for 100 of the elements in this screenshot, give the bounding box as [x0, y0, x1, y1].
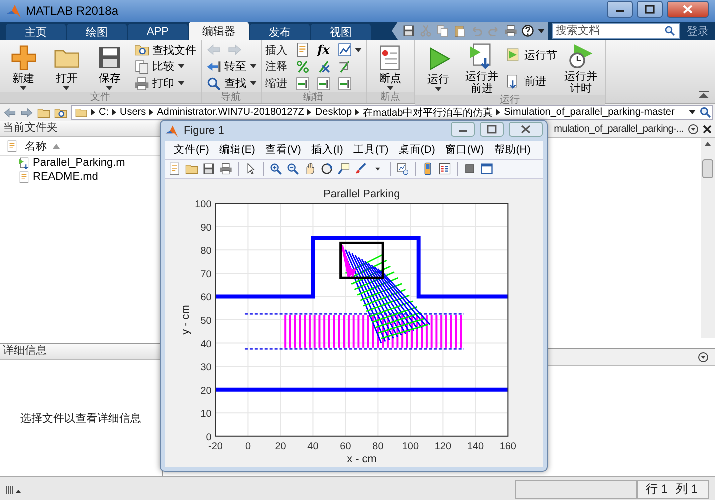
copy-button[interactable] [436, 24, 450, 38]
x-axis-label: x - cm [347, 453, 377, 464]
zoom-out-button[interactable] [286, 162, 300, 176]
menu-item[interactable]: 工具(T) [348, 143, 394, 157]
caret-icon [538, 28, 545, 34]
indent-icon [294, 76, 311, 92]
menu-item[interactable]: 窗口(W) [440, 143, 490, 157]
search-field[interactable]: 搜索文档 [552, 23, 680, 39]
back-button[interactable] [3, 106, 17, 120]
login-link[interactable]: 登录 [681, 24, 715, 38]
grip-icon[interactable] [6, 484, 22, 494]
undo-icon [470, 24, 484, 38]
close-button[interactable] [667, 0, 709, 18]
ribbon-tab[interactable]: 编辑器 [189, 22, 249, 40]
address-field[interactable]: C: Users Administrator.WIN7U-20180127Z Desktop 在matlab中对平行泊车的仿真 Simulation_of_parallel_parking-master [71, 105, 713, 120]
collapse-ribbon-button[interactable] [699, 91, 709, 99]
forward-button[interactable] [20, 106, 34, 120]
panel-button[interactable] [480, 162, 494, 176]
document-icon [168, 162, 182, 176]
ribbon-button[interactable]: 运行并计时 [561, 42, 601, 95]
document-button[interactable] [168, 162, 182, 176]
group-label: 断点 [366, 92, 414, 103]
caret-icon [250, 81, 257, 86]
ribbon-button[interactable]: 新建 [4, 44, 44, 90]
caret-icon [435, 87, 442, 92]
ribbon-button[interactable]: 打开 [47, 44, 86, 90]
ribbon-button[interactable]: 保存 [90, 44, 130, 90]
ribbon-button[interactable]: 断点 [370, 44, 410, 90]
ribbon-button[interactable]: 运行 [419, 45, 458, 92]
ribbon-tab[interactable]: 视图 [311, 24, 371, 40]
function-button[interactable]: fx [316, 43, 332, 58]
menu-item[interactable]: 桌面(D) [394, 143, 440, 157]
link-icon [396, 162, 410, 176]
data-cursor-button[interactable] [337, 162, 351, 176]
folder-icon [75, 106, 88, 119]
back-arrow-icon [3, 106, 17, 120]
close-icon[interactable] [703, 124, 712, 134]
tick-label: 40 [200, 339, 212, 350]
status-text: 列 1 [676, 481, 698, 498]
path-segment[interactable]: Simulation_of_parallel_parking-master [504, 107, 675, 118]
ribbon-tab[interactable]: 主页 [6, 24, 66, 40]
editor-tab[interactable]: mulation_of_parallel_parking-... [554, 124, 684, 134]
maximize-button[interactable] [480, 122, 504, 136]
ribbon-button[interactable]: 查找文件 [134, 42, 197, 58]
tick-label: 60 [200, 292, 212, 304]
ribbon-icon-button[interactable] [336, 42, 362, 58]
ribbon-button[interactable]: 比较 [134, 58, 185, 75]
ribbon-icon-button[interactable] [294, 76, 311, 92]
menu-icon[interactable] [698, 352, 709, 362]
ribbon-tab[interactable]: 发布 [250, 24, 310, 40]
ribbon-button[interactable]: 前进 [505, 74, 546, 90]
menu-icon[interactable] [688, 124, 699, 134]
paste-button[interactable] [453, 24, 467, 38]
group-label: 文件 [0, 92, 201, 103]
legend-button[interactable] [438, 162, 452, 176]
floppy-disk-button[interactable] [402, 24, 416, 38]
close-icon [683, 4, 693, 14]
ribbon-tab[interactable]: APP [128, 24, 188, 40]
ribbon-button[interactable]: 运行并前进 [462, 42, 502, 95]
link-button[interactable] [396, 162, 410, 176]
path-segment[interactable]: Desktop [315, 107, 352, 118]
help-icon [521, 24, 535, 38]
path-segment[interactable]: C: [99, 107, 109, 118]
printer-button[interactable] [219, 162, 233, 176]
path-segment[interactable]: 在matlab中对平行泊车的仿真 [363, 106, 494, 120]
minimize-button[interactable] [451, 122, 475, 136]
caret-icon [178, 64, 185, 70]
document-icon [294, 42, 311, 58]
document-icon [6, 140, 19, 152]
ribbon-icon-button[interactable] [336, 76, 353, 92]
close-button[interactable] [509, 122, 543, 136]
help-button[interactable] [521, 24, 535, 38]
zoom-in-button[interactable] [269, 162, 283, 176]
ribbon-button[interactable]: 运行节 [505, 47, 558, 64]
search-icon [699, 106, 712, 119]
brush-button[interactable] [354, 162, 368, 176]
path-segment[interactable]: Administrator.WIN7U-20180127Z [157, 107, 304, 118]
minimize-button[interactable] [607, 0, 633, 18]
tick-label: 80 [372, 441, 384, 452]
floppy-disk-button[interactable] [202, 162, 216, 176]
menu-item[interactable]: 查看(V) [260, 143, 306, 157]
ribbon-label: 缩进 [266, 76, 288, 92]
menu-item[interactable]: 插入(I) [306, 143, 348, 157]
path-segment[interactable]: Users [120, 107, 146, 118]
menu-item[interactable]: 编辑(E) [214, 143, 260, 157]
maximize-button[interactable] [637, 0, 663, 18]
scrollbar[interactable] [701, 138, 715, 338]
ribbon-tab[interactable]: 绘图 [67, 24, 127, 40]
rotate-button[interactable] [320, 162, 334, 176]
ribbon-button[interactable]: 转至 [206, 58, 257, 75]
printer-button[interactable] [504, 24, 518, 38]
menu-item[interactable]: 帮助(H) [489, 143, 536, 157]
caret-icon [250, 64, 257, 70]
ribbon-button[interactable]: 查找 [206, 76, 257, 92]
square-button[interactable] [463, 162, 477, 176]
menu-item[interactable]: 文件(F) [169, 143, 214, 157]
chart-icon [336, 42, 353, 58]
ribbon-icon-button[interactable] [316, 76, 332, 92]
ribbon-button[interactable]: 打印 [134, 76, 185, 92]
ribbon-label: 注释 [266, 60, 288, 74]
